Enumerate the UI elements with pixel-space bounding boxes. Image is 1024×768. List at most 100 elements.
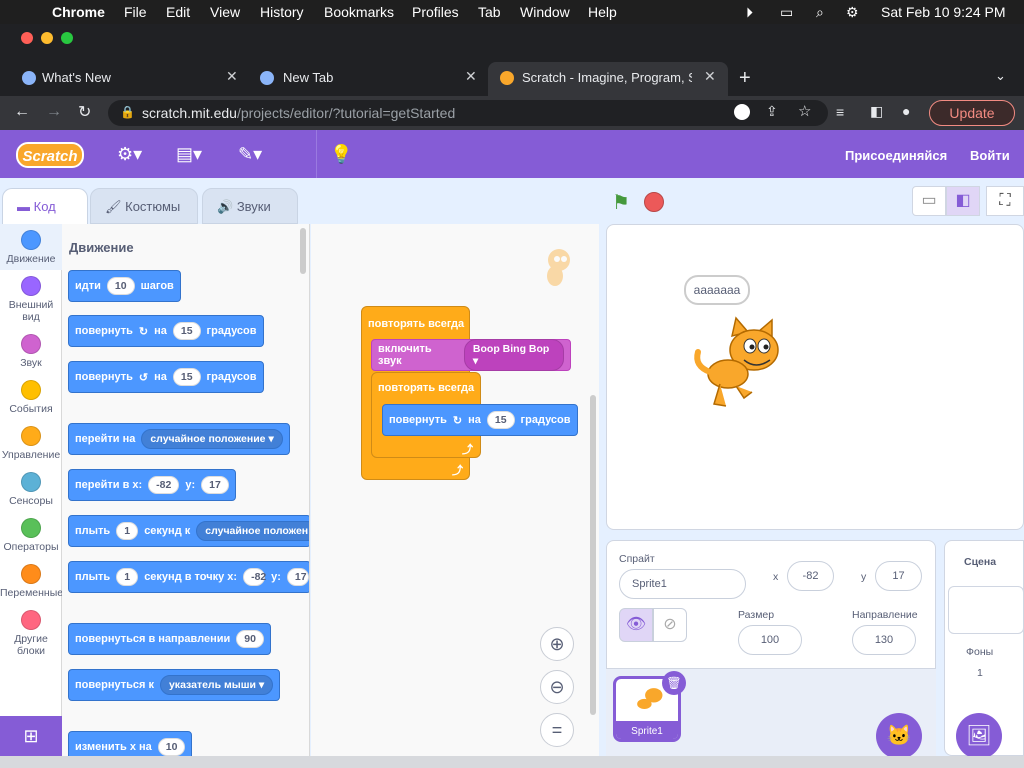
y-input[interactable]: 17 [201,476,229,494]
category-item[interactable]: Внешний вид [0,276,62,323]
menu-profiles[interactable]: Profiles [412,4,459,20]
settings-gear-icon[interactable]: ⚙▾ [117,144,142,165]
green-flag-icon[interactable]: ⚑ [612,190,630,215]
close-tab-icon[interactable]: ✕ [704,68,716,85]
google-lens-icon[interactable] [734,104,750,120]
bookmark-star-icon[interactable]: ☆ [798,102,811,120]
small-stage-icon[interactable]: ▭ [912,186,946,216]
block-turn-right[interactable]: повернуть ↻ на 15 градусов [68,315,264,347]
normal-stage-icon[interactable]: ◧ [946,186,980,216]
script-scrollbar[interactable] [590,395,596,715]
glide-target-dropdown[interactable]: случайное положен [196,521,309,541]
file-menu-icon[interactable]: ▤▾ [176,144,202,165]
size-input[interactable]: 100 [738,625,802,655]
category-item[interactable]: Звук [0,334,62,369]
block-point-direction[interactable]: повернуться в направлении 90 [68,623,271,655]
backdrop-thumbnail[interactable] [948,586,1024,634]
change-x-input[interactable]: 10 [157,738,186,756]
menu-view[interactable]: View [210,4,240,20]
block-goto[interactable]: перейти на случайное положение ▾ [68,423,290,455]
sound-dropdown[interactable]: Boop Bing Bop ▾ [463,339,564,371]
hide-eye-icon[interactable]: ⊘ [653,608,687,642]
palette-scrollbar[interactable] [300,228,306,274]
menu-file[interactable]: File [124,4,147,20]
fullscreen-icon[interactable]: ⛶ [986,186,1024,216]
close-tab-icon[interactable]: ✕ [226,68,238,85]
point-target-dropdown[interactable]: указатель мыши ▾ [159,675,274,695]
join-link[interactable]: Присоединяйся [845,148,947,163]
reload-icon[interactable]: ↻ [78,102,91,122]
block-play-sound[interactable]: включить звук Boop Bing Bop ▾ [371,339,571,371]
zoom-out-icon[interactable]: ⊖ [540,670,574,704]
close-window-icon[interactable] [21,32,33,44]
close-tab-icon[interactable]: ✕ [465,68,477,85]
maximize-window-icon[interactable] [61,32,73,44]
menu-edit[interactable]: Edit [166,4,190,20]
tutorials-bulb-icon[interactable]: 💡 [330,144,352,165]
menu-tab[interactable]: Tab [478,4,501,20]
block-glide-xy[interactable]: плыть 1 секунд в точку x: -82 y: 17 [68,561,309,593]
back-icon[interactable]: ← [14,103,30,121]
menu-help[interactable]: Help [588,4,617,20]
update-button[interactable]: Update [929,100,1015,126]
seconds-input[interactable]: 1 [116,568,139,586]
lock-icon[interactable]: 🔒 [120,105,135,119]
add-extension-icon[interactable]: ⊞ [0,716,62,756]
signin-link[interactable]: Войти [970,148,1010,163]
side-panel-icon[interactable]: ◧ [870,103,883,120]
share-icon[interactable]: ⇪ [766,103,778,120]
category-item[interactable]: Сенсоры [0,472,62,507]
x-input[interactable]: -82 [787,561,834,591]
search-icon[interactable]: ⌕ [816,4,824,21]
tab-code[interactable]: ▬ Код [2,188,88,224]
control-center-icon[interactable]: ⚙ [846,4,859,21]
menu-window[interactable]: Window [520,4,570,20]
block-point-towards[interactable]: повернуться к указатель мыши ▾ [68,669,281,701]
address-bar[interactable]: 🔒 scratch.mit.edu/projects/editor/?tutor… [108,100,828,126]
sprite-name-input[interactable]: Sprite1 [619,569,746,599]
direction-input[interactable]: 90 [236,630,264,648]
add-sprite-cat-icon[interactable]: 🐱 [876,713,922,759]
profile-icon[interactable]: ● [902,103,910,119]
category-item[interactable]: Переменные [0,564,63,599]
tab-search-chevron-icon[interactable]: ⌄ [995,68,1006,84]
tab-new-tab[interactable]: New Tab ✕ [248,62,486,96]
category-item[interactable]: Движение [0,230,62,265]
degrees-input[interactable]: 15 [486,411,515,429]
block-turn-script[interactable]: повернуть ↻ на 15 градусов [382,404,578,436]
delete-sprite-icon[interactable]: 🗑 [662,671,686,695]
direction-input[interactable]: 130 [852,625,916,655]
y-input[interactable]: 17 [875,561,922,591]
x-input[interactable]: -82 [243,568,266,586]
category-item[interactable]: Другие блоки [0,610,62,657]
app-menu[interactable]: Chrome [52,4,105,20]
forward-icon[interactable]: → [46,103,62,121]
block-turn-left[interactable]: повернуть ↺ на 15 градусов [68,361,264,393]
tab-scratch[interactable]: Scratch - Imagine, Program, Sh ✕ [488,62,728,96]
minimize-window-icon[interactable] [41,32,53,44]
block-move-steps[interactable]: идти 10 шагов [68,270,181,302]
tab-sounds[interactable]: 🔊 Звуки [202,188,298,224]
show-eye-icon[interactable]: 👁 [619,608,653,642]
screen-mirror-icon[interactable]: ▭ [780,4,793,21]
scratch-logo[interactable]: Scratch [16,142,84,168]
category-item[interactable]: События [0,380,62,415]
edit-menu-icon[interactable]: ✎▾ [238,144,262,165]
goto-target-dropdown[interactable]: случайное положение ▾ [141,429,283,449]
zoom-reset-icon[interactable]: = [540,713,574,747]
steps-input[interactable]: 10 [106,277,135,295]
block-change-x[interactable]: изменить х на 10 [68,731,193,756]
tab-whats-new[interactable]: What's New ✕ [0,62,248,96]
reading-list-icon[interactable]: ≡ [836,104,844,120]
block-glide-to[interactable]: плыть 1 секунд к случайное положен [68,515,309,547]
seconds-input[interactable]: 1 [116,522,139,540]
clock[interactable]: Sat Feb 10 9:24 PM [881,4,1006,20]
zoom-in-icon[interactable]: ⊕ [540,627,574,661]
category-item[interactable]: Управление [0,426,62,461]
add-backdrop-icon[interactable]: 🖼 [956,713,1002,759]
degrees-input[interactable]: 15 [172,322,201,340]
category-item[interactable]: Операторы [0,518,62,553]
cat-sprite[interactable] [692,316,784,410]
tab-costumes[interactable]: 🖌 Костюмы [90,188,198,224]
stage-canvas[interactable] [606,224,1024,530]
